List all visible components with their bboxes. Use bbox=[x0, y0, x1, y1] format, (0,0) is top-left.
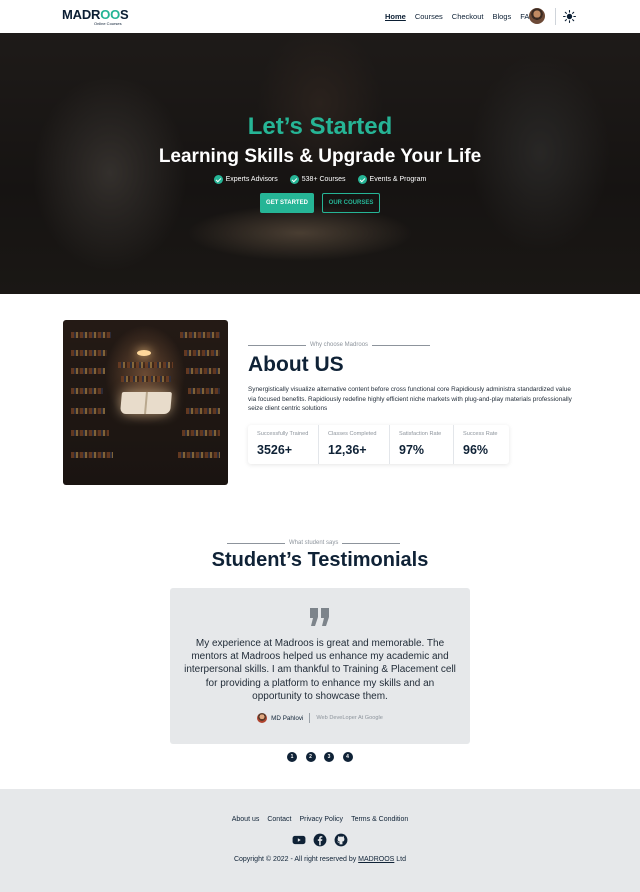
feature-item: Experts Advisors bbox=[213, 175, 278, 184]
facebook-icon[interactable] bbox=[313, 833, 327, 847]
footer-links: About us Contact Privacy Policy Terms & … bbox=[0, 816, 640, 823]
our-courses-button[interactable]: OUR COURSES bbox=[322, 193, 380, 213]
hero-section: Let’s Started Learning Skills & Upgrade … bbox=[0, 33, 640, 294]
about-kicker: Why choose Madroos bbox=[248, 342, 434, 348]
footer-link-about[interactable]: About us bbox=[232, 816, 260, 823]
hero-title: Let’s Started bbox=[247, 113, 393, 140]
copyright-text: Copyright © 2022 - All right reserved by… bbox=[233, 856, 407, 863]
check-icon bbox=[289, 175, 299, 184]
hero-subtitle: Learning Skills & Upgrade Your Life bbox=[158, 146, 482, 167]
author-name: MD Pahlovi bbox=[271, 714, 304, 722]
testimonial-card: My experience at Madroos is great and me… bbox=[170, 588, 470, 744]
testimonial-quote: My experience at Madroos is great and me… bbox=[184, 638, 456, 702]
feature-item: Events & Program bbox=[357, 175, 426, 184]
feature-item: 538+ Courses bbox=[289, 175, 346, 184]
about-description: Synergistically visualize alternative co… bbox=[248, 386, 572, 412]
stat-successfully-trained: Successfully Trained 3526+ bbox=[248, 425, 319, 464]
youtube-icon[interactable] bbox=[292, 833, 306, 847]
testimonials-title: Student’s Testimonials bbox=[211, 549, 429, 571]
user-avatar[interactable] bbox=[529, 8, 545, 24]
page-dot-3[interactable]: 3 bbox=[324, 752, 334, 762]
page-dot-1[interactable]: 1 bbox=[287, 752, 297, 762]
testimonials-kicker: What student says bbox=[227, 540, 404, 546]
nav-checkout[interactable]: Checkout bbox=[452, 12, 484, 21]
site-header: MADROOS Online Courses Home Courses Chec… bbox=[0, 0, 640, 33]
get-started-button[interactable]: GET STARTED bbox=[260, 193, 314, 213]
header-divider bbox=[555, 8, 556, 25]
stats-panel: Successfully Trained 3526+ Classes Compl… bbox=[248, 425, 509, 464]
footer-link-contact[interactable]: Contact bbox=[267, 816, 291, 823]
site-logo[interactable]: MADROOS Online Courses bbox=[62, 8, 129, 26]
about-image bbox=[63, 320, 228, 485]
page-dot-4[interactable]: 4 bbox=[342, 752, 353, 762]
footer-link-privacy[interactable]: Privacy Policy bbox=[299, 816, 343, 823]
author-role: Web DeveLoper At Google bbox=[316, 715, 383, 721]
github-icon[interactable] bbox=[334, 833, 348, 847]
footer-link-terms[interactable]: Terms & Condition bbox=[351, 816, 408, 823]
testimonial-pagination: 1 2 3 4 bbox=[287, 752, 361, 762]
stat-classes-completed: Classes Completed 12,36+ bbox=[319, 425, 390, 464]
stat-success-rate: Success Rate 96% bbox=[463, 431, 498, 457]
nav-courses[interactable]: Courses bbox=[415, 12, 443, 21]
testimonial-author: MD Pahlovi Web DeveLoper At Google bbox=[170, 713, 470, 723]
social-links bbox=[292, 833, 355, 847]
quote-icon bbox=[310, 608, 329, 626]
hero-features: Experts Advisors 538+ Courses Events & P… bbox=[0, 175, 640, 184]
copyright-brand-link[interactable]: MADROOS bbox=[358, 856, 394, 863]
check-icon bbox=[357, 175, 367, 184]
logo-subtitle: Online Courses bbox=[94, 21, 122, 26]
check-icon bbox=[213, 175, 223, 184]
nav-home[interactable]: Home bbox=[385, 12, 406, 21]
about-title: About US bbox=[248, 353, 344, 376]
main-nav: Home Courses Checkout Blogs FAQ bbox=[385, 12, 544, 21]
page-dot-2[interactable]: 2 bbox=[305, 752, 316, 762]
author-avatar bbox=[257, 713, 268, 723]
sun-icon[interactable] bbox=[563, 10, 576, 23]
site-footer: About us Contact Privacy Policy Terms & … bbox=[0, 789, 640, 892]
nav-blogs[interactable]: Blogs bbox=[492, 12, 511, 21]
stat-satisfaction-rate: Satisfaction Rate 97% bbox=[390, 425, 454, 464]
